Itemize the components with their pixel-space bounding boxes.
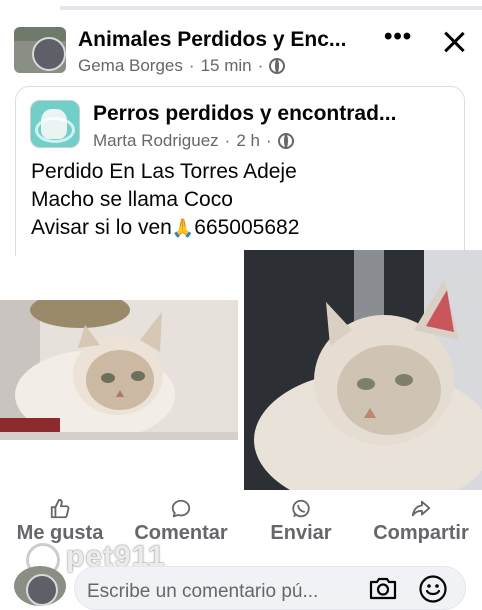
- shared-post-author[interactable]: Marta Rodriguez: [93, 131, 219, 151]
- top-divider: [60, 6, 482, 10]
- globe-icon: [269, 58, 286, 74]
- share-arrow-icon: [411, 500, 431, 517]
- thumbs-up-icon: [50, 498, 70, 519]
- shared-post-time[interactable]: 2 h: [236, 131, 260, 151]
- group-avatar[interactable]: [14, 27, 66, 73]
- globe-icon: [277, 133, 294, 149]
- shared-meta-separator-2: ·: [265, 131, 272, 150]
- share-label: Compartir: [373, 522, 469, 544]
- meta-separator-2: ·: [257, 56, 264, 75]
- send-label: Enviar: [270, 522, 332, 544]
- post-time[interactable]: 15 min: [201, 56, 252, 76]
- post-line-2: Macho se llama Coco: [31, 188, 233, 211]
- more-icon[interactable]: •••: [384, 25, 412, 52]
- shared-post-meta: Marta Rodriguez · 2 h ·: [93, 131, 294, 151]
- cat-photo-right[interactable]: [244, 250, 482, 490]
- meta-separator: ·: [188, 56, 195, 75]
- post-author[interactable]: Gema Borges: [78, 56, 183, 76]
- shared-page-name[interactable]: Perros perdidos y encontrad...: [93, 102, 423, 126]
- cat-photo-left[interactable]: [0, 300, 238, 440]
- camera-icon[interactable]: [368, 576, 398, 600]
- post-line-3: Avisar si lo ven🙏665005682: [31, 214, 299, 242]
- page-avatar[interactable]: [30, 100, 80, 148]
- share-button[interactable]: Compartir: [370, 494, 472, 550]
- close-icon[interactable]: [440, 28, 468, 56]
- post-meta: Gema Borges · 15 min ·: [78, 56, 286, 76]
- emoji-icon[interactable]: [418, 574, 448, 604]
- speech-bubble-icon: [171, 499, 191, 518]
- post-line-3-text: Avisar si lo ven: [31, 216, 172, 239]
- avatar-inner: [32, 37, 66, 71]
- phone-number[interactable]: 665005682: [194, 216, 299, 239]
- comment-input[interactable]: Escribe un comentario pú...: [74, 566, 466, 610]
- shared-meta-separator: ·: [224, 131, 231, 150]
- post-text: Perdido En Las Torres Adeje Macho se lla…: [31, 158, 299, 242]
- group-name[interactable]: Animales Perdidos y Enc...: [78, 28, 368, 52]
- whatsapp-icon: [292, 499, 310, 518]
- post-line-1: Perdido En Las Torres Adeje: [31, 160, 297, 183]
- pray-emoji-icon: 🙏: [171, 218, 195, 238]
- avatar-inner: [26, 574, 58, 606]
- avatar-ring: [35, 117, 75, 143]
- send-button[interactable]: Enviar: [266, 494, 336, 550]
- current-user-avatar[interactable]: [14, 566, 66, 606]
